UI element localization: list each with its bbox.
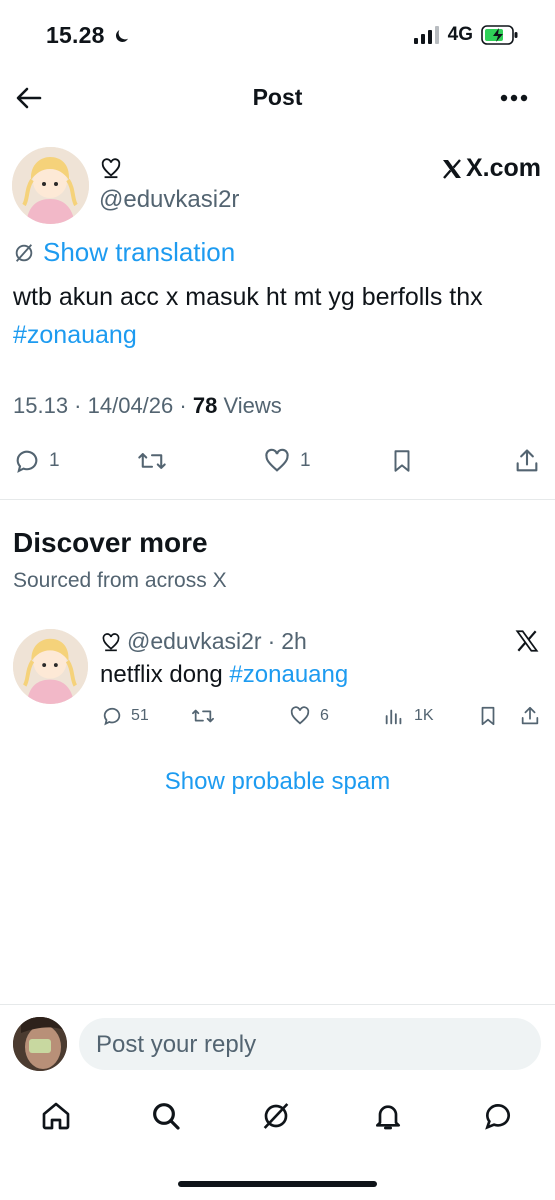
nav-home[interactable]	[40, 1100, 72, 1132]
discover-reply-button[interactable]: 51	[101, 705, 149, 727]
repost-icon	[190, 705, 216, 727]
nav-grok[interactable]	[260, 1100, 292, 1132]
discover-like-button[interactable]: 6	[288, 705, 329, 727]
share-button[interactable]	[513, 447, 541, 475]
search-icon	[150, 1100, 182, 1132]
discover-header: @eduvkasi2r · 2h	[101, 628, 307, 655]
reply-icon	[13, 447, 41, 475]
signal-icon	[413, 26, 440, 44]
share-icon	[513, 447, 541, 475]
grok-translate-icon	[13, 242, 35, 264]
user-avatar[interactable]	[13, 1017, 67, 1071]
bookmark-icon	[389, 447, 415, 475]
repost-icon	[137, 447, 167, 475]
heart-outline-badge-icon	[101, 632, 121, 652]
reply-button[interactable]: 1	[13, 447, 60, 475]
discover-text: netflix dong #zonauang	[100, 661, 349, 688]
share-icon	[518, 705, 542, 727]
grok-icon	[260, 1100, 292, 1132]
status-indicators: 4G	[413, 24, 519, 46]
discover-share-button[interactable]	[518, 705, 542, 727]
bookmark-icon	[477, 705, 499, 727]
status-time: 15.28	[46, 22, 131, 49]
home-indicator	[178, 1181, 377, 1187]
network-label: 4G	[447, 24, 473, 45]
reply-icon	[101, 705, 123, 727]
nav-search[interactable]	[150, 1100, 182, 1132]
hashtag-link[interactable]: #zonauang	[13, 321, 137, 349]
like-button[interactable]: 1	[262, 447, 311, 475]
repost-button[interactable]	[137, 447, 167, 475]
source-label: X.com	[440, 154, 541, 183]
show-probable-spam-link[interactable]: Show probable spam	[0, 768, 555, 796]
x-logo-icon	[440, 157, 464, 181]
author-handle[interactable]: @eduvkasi2r	[99, 186, 239, 214]
nav-notifications[interactable]	[372, 1100, 404, 1132]
show-translation-button[interactable]: Show translation	[13, 237, 235, 268]
section-title: Discover more	[13, 527, 208, 558]
reply-placeholder: Post your reply	[96, 1031, 257, 1058]
post-meta: 15.13 · 14/04/26 · 78 Views	[13, 393, 282, 418]
more-dots-icon	[500, 94, 528, 102]
discover-handle[interactable]: @eduvkasi2r	[127, 628, 262, 655]
nav-messages[interactable]	[482, 1100, 514, 1132]
discover-age: 2h	[281, 628, 307, 654]
divider	[0, 1004, 555, 1005]
discover-views[interactable]: 1K	[382, 705, 434, 727]
post-text: wtb akun acc x masuk ht mt yg berfolls t…	[13, 283, 483, 349]
discover-repost-button[interactable]	[190, 705, 216, 727]
heart-icon	[262, 447, 292, 475]
bookmark-button[interactable]	[389, 447, 415, 475]
divider	[0, 499, 555, 500]
page-title: Post	[252, 84, 303, 110]
author-avatar[interactable]	[12, 147, 89, 224]
battery-icon	[481, 24, 519, 46]
views-chart-icon	[382, 705, 406, 727]
home-icon	[40, 1100, 72, 1132]
discover-bookmark-button[interactable]	[477, 705, 499, 727]
discover-avatar[interactable]	[13, 629, 88, 704]
hashtag-link[interactable]: #zonauang	[229, 661, 348, 688]
heart-outline-badge-icon	[100, 157, 122, 179]
bell-icon	[372, 1100, 404, 1132]
more-button[interactable]	[500, 94, 528, 102]
section-subtitle: Sourced from across X	[13, 569, 227, 592]
x-logo-icon	[514, 628, 540, 654]
chat-bubble-icon	[482, 1100, 514, 1132]
heart-icon	[288, 705, 312, 727]
moon-icon	[113, 27, 131, 45]
